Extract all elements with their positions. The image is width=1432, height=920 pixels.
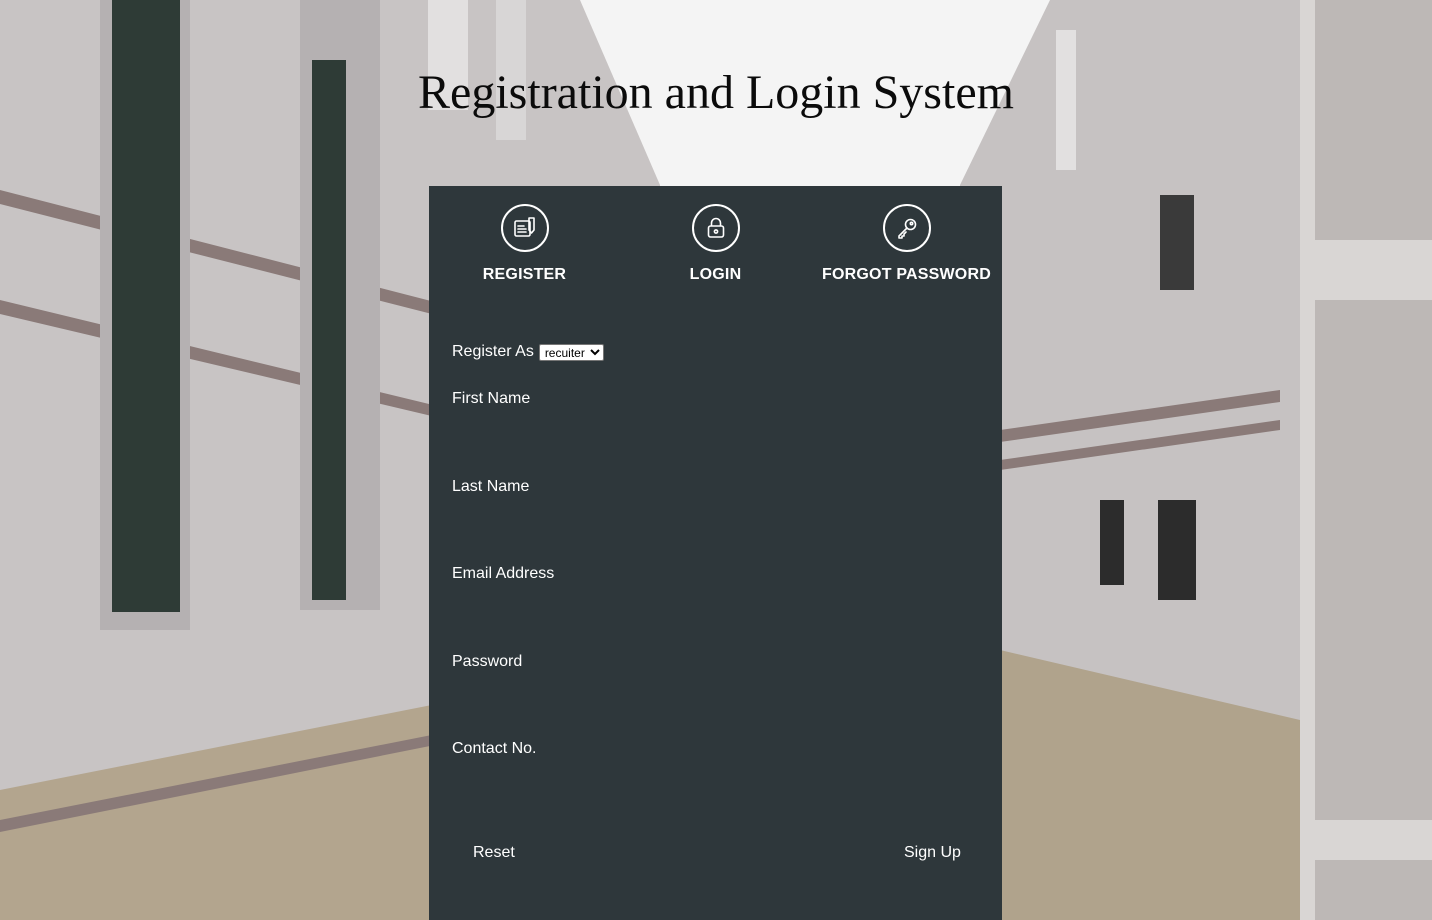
contact-group: Contact No. — [452, 739, 982, 799]
page-title: Registration and Login System — [418, 66, 1014, 119]
first-name-group: First Name — [452, 389, 982, 449]
tab-register-label: REGISTER — [482, 266, 567, 283]
reset-button[interactable]: Reset — [473, 843, 515, 863]
last-name-label: Last Name — [452, 478, 530, 495]
password-label: Password — [452, 653, 523, 670]
registration-form: Register As recuiter First Name Last Nam… — [452, 342, 982, 793]
tab-bar: REGISTER LOGIN FORGOT PASSWORD — [429, 204, 1002, 284]
email-group: Email Address — [452, 564, 982, 624]
sign-up-button[interactable]: Sign Up — [904, 843, 961, 863]
tab-login-label: LOGIN — [689, 266, 742, 283]
first-name-input[interactable] — [452, 415, 972, 443]
email-label: Email Address — [452, 565, 555, 582]
last-name-input[interactable] — [452, 503, 972, 531]
register-as-label: Register As — [452, 343, 534, 360]
contact-input[interactable] — [452, 765, 972, 793]
password-input[interactable] — [452, 678, 972, 706]
register-as-row: Register As recuiter — [452, 342, 982, 362]
lock-icon — [691, 204, 740, 252]
tab-forgot-password[interactable]: FORGOT PASSWORD — [811, 204, 1002, 284]
last-name-group: Last Name — [452, 477, 982, 537]
key-icon — [882, 204, 931, 252]
tab-register[interactable]: REGISTER — [429, 204, 620, 284]
email-input[interactable] — [452, 590, 972, 618]
first-name-label: First Name — [452, 390, 531, 407]
tab-forgot-password-label: FORGOT PASSWORD — [822, 266, 991, 283]
contact-label: Contact No. — [452, 740, 537, 757]
register-form-icon — [500, 204, 549, 252]
password-group: Password — [452, 652, 982, 712]
registration-panel: REGISTER LOGIN FORGOT PASSWORD Register … — [429, 186, 1002, 920]
register-as-select[interactable]: recuiter — [538, 343, 604, 361]
tab-login[interactable]: LOGIN — [620, 204, 811, 284]
